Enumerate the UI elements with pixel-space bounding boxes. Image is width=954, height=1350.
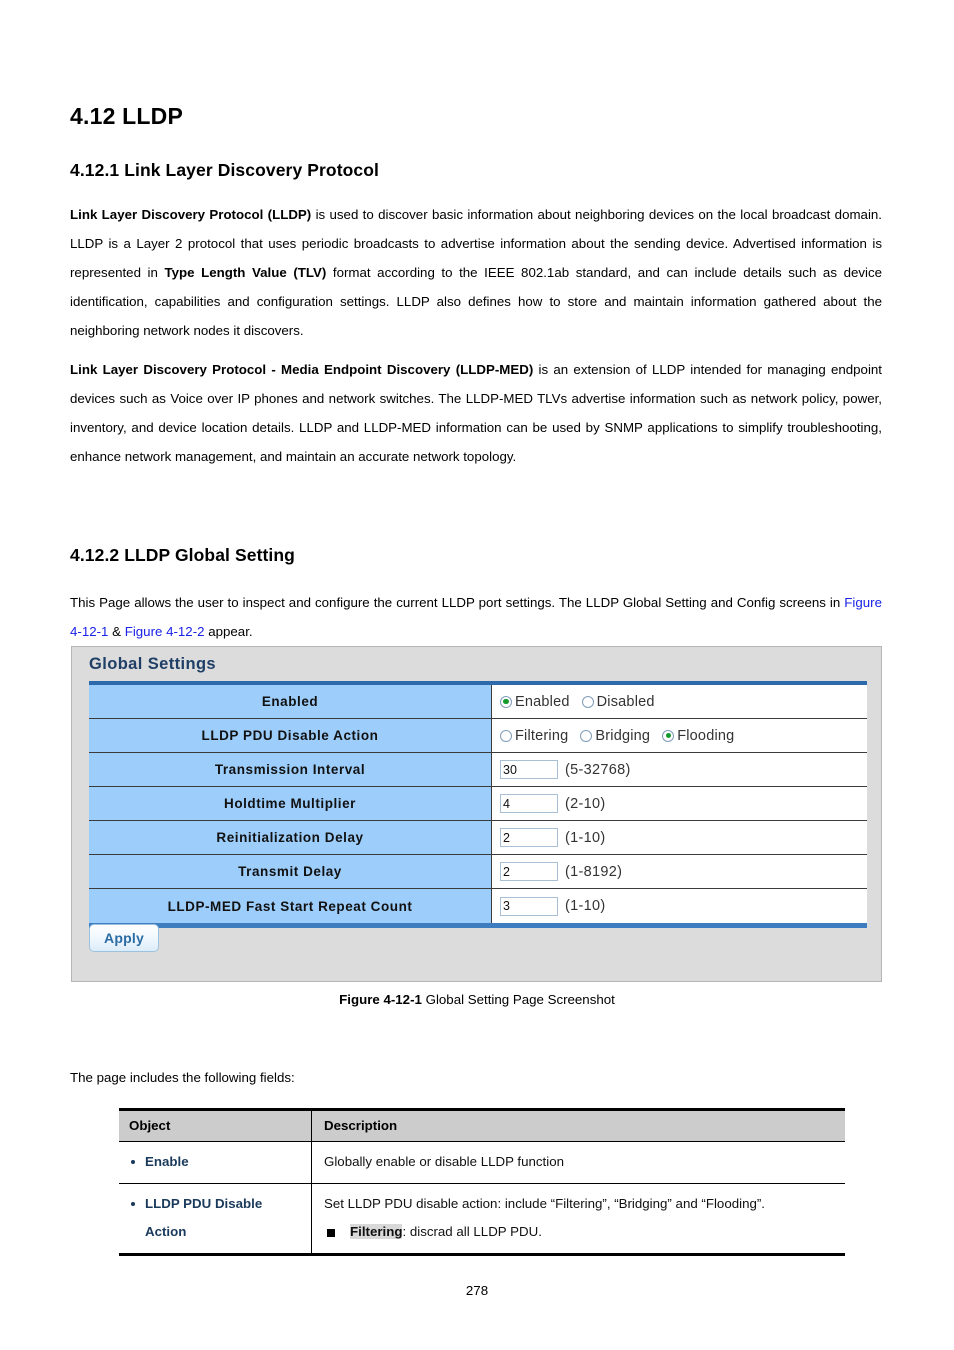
row-value-pdu-disable-action: Filtering Bridging Flooding <box>492 719 867 752</box>
object-item-label-line2: Action <box>145 1224 187 1239</box>
description-sub-rest: : discrad all LLDP PDU. <box>402 1224 542 1239</box>
paragraph-3-amp: & <box>108 624 125 639</box>
table-row: LLDP PDU Disable Action Set LLDP PDU dis… <box>119 1184 845 1253</box>
radio-icon-enabled[interactable] <box>500 695 512 708</box>
table-row: Holdtime Multiplier (2-10) <box>89 787 867 821</box>
row-value-transmission-interval: (5-32768) <box>492 753 867 786</box>
paragraph-1-bold-lead: Link Layer Discovery Protocol (LLDP) <box>70 207 312 222</box>
row-value-enabled: Enabled Disabled <box>492 685 867 718</box>
object-item-label: LLDP PDU Disable <box>129 1190 301 1218</box>
global-settings-screenshot: Global Settings Enabled Enabled Disabled… <box>71 646 882 982</box>
paragraph-fields-intro: The page includes the following fields: <box>70 1070 295 1085</box>
radio-option-disabled[interactable]: Disabled <box>581 693 655 710</box>
paragraph-2-bold-lead: Link Layer Discovery Protocol - Media En… <box>70 362 534 377</box>
description-main-text: Set LLDP PDU disable action: include “Fi… <box>324 1196 765 1211</box>
paragraph-2-rest: is an extension of LLDP intended for man… <box>70 362 882 464</box>
reinitialization-delay-input[interactable] <box>500 828 558 847</box>
row-value-reinitialization-delay: (1-10) <box>492 821 867 854</box>
row-label-fast-start-repeat-count: LLDP-MED Fast Start Repeat Count <box>89 889 492 923</box>
global-settings-panel-title: Global Settings <box>89 655 217 673</box>
radio-label-flooding: Flooding <box>677 727 735 744</box>
radio-option-filtering[interactable]: Filtering <box>500 728 568 744</box>
radio-label-enabled: Enabled <box>515 693 570 710</box>
column-header-object: Object <box>119 1111 312 1141</box>
row-label-holdtime-multiplier: Holdtime Multiplier <box>89 787 492 820</box>
table-row: LLDP PDU Disable Action Filtering Bridgi… <box>89 719 867 753</box>
row-label-transmission-interval: Transmission Interval <box>89 753 492 786</box>
table-row: Transmission Interval (5-32768) <box>89 753 867 787</box>
radio-label-disabled: Disabled <box>596 693 655 710</box>
description-sub-bold: Filtering <box>350 1224 403 1239</box>
page-number: 278 <box>465 1283 489 1298</box>
transmit-delay-input[interactable] <box>500 862 558 881</box>
radio-option-bridging[interactable]: Bridging <box>580 728 650 744</box>
paragraph-3-part2: appear. <box>204 624 253 639</box>
radio-icon-disabled[interactable] <box>581 695 594 708</box>
table-row: Enabled Enabled Disabled <box>89 685 867 719</box>
object-cell-pdu-disable-action: LLDP PDU Disable Action <box>119 1184 312 1253</box>
object-cell-enable: Enable <box>119 1142 312 1183</box>
radio-option-enabled[interactable]: Enabled <box>500 694 570 710</box>
radio-label-bridging: Bridging <box>595 727 651 744</box>
global-settings-table: Enabled Enabled Disabled LLDP PDU Disabl… <box>89 681 867 928</box>
object-description-table: Object Description Enable Globally enabl… <box>119 1108 845 1256</box>
table-row: Transmit Delay (1-8192) <box>89 855 867 889</box>
radio-icon-flooding[interactable] <box>662 729 675 742</box>
heading-4-12-2: 4.12.2 LLDP Global Setting <box>70 545 295 565</box>
transmission-interval-range: (5-32768) <box>565 761 631 778</box>
row-label-reinitialization-delay: Reinitialization Delay <box>89 821 492 854</box>
radio-icon-filtering[interactable] <box>500 729 512 742</box>
link-figure-4-12-2[interactable]: Figure 4-12-2 <box>125 624 205 639</box>
paragraph-lldp-med-overview: Link Layer Discovery Protocol - Media En… <box>70 355 882 471</box>
fast-start-repeat-count-range: (1-10) <box>565 898 606 914</box>
heading-4-12-1: 4.12.1 Link Layer Discovery Protocol <box>70 160 380 180</box>
apply-button[interactable]: Apply <box>89 924 159 952</box>
paragraph-global-setting-intro: This Page allows the user to inspect and… <box>70 588 882 646</box>
radio-icon-bridging[interactable] <box>580 729 593 742</box>
row-label-pdu-disable-action: LLDP PDU Disable Action <box>89 719 492 752</box>
row-label-transmit-delay: Transmit Delay <box>89 855 492 888</box>
row-label-enabled: Enabled <box>89 685 492 718</box>
paragraph-1-bold-mid: Type Length Value (TLV) <box>164 265 327 280</box>
description-cell-enable: Globally enable or disable LLDP function <box>312 1142 845 1183</box>
page-title: 4.12 LLDP <box>70 103 184 129</box>
table-header-row: Object Description <box>119 1111 845 1142</box>
figure-caption: Figure 4-12-1 Global Setting Page Screen… <box>0 992 954 1007</box>
transmission-interval-input[interactable] <box>500 760 558 779</box>
paragraph-lldp-overview: Link Layer Discovery Protocol (LLDP) is … <box>70 200 882 345</box>
holdtime-multiplier-input[interactable] <box>500 794 558 813</box>
document-page: 4.12 LLDP 4.12.1 Link Layer Discovery Pr… <box>0 0 954 1350</box>
fast-start-repeat-count-input[interactable] <box>500 896 558 916</box>
description-cell-pdu-disable-action: Set LLDP PDU disable action: include “Fi… <box>312 1184 845 1253</box>
row-value-transmit-delay: (1-8192) <box>492 855 867 888</box>
table-row: LLDP-MED Fast Start Repeat Count (1-10) <box>89 889 867 923</box>
description-main-text: Globally enable or disable LLDP function <box>324 1154 564 1169</box>
paragraph-3-part1: This Page allows the user to inspect and… <box>70 595 845 610</box>
column-header-description: Description <box>324 1118 398 1133</box>
reinitialization-delay-range: (1-10) <box>565 829 606 846</box>
table-row: Reinitialization Delay (1-10) <box>89 821 867 855</box>
holdtime-multiplier-range: (2-10) <box>565 795 606 812</box>
description-sub-item: Filtering: discrad all LLDP PDU. <box>324 1218 835 1246</box>
object-item-label: Enable <box>129 1148 301 1176</box>
row-value-fast-start-repeat-count: (1-10) <box>492 889 867 923</box>
figure-caption-label: Figure 4-12-1 <box>339 992 422 1007</box>
row-value-holdtime-multiplier: (2-10) <box>492 787 867 820</box>
figure-caption-text: Global Setting Page Screenshot <box>421 992 615 1007</box>
table-row: Enable Globally enable or disable LLDP f… <box>119 1142 845 1184</box>
radio-label-filtering: Filtering <box>515 727 569 744</box>
transmit-delay-range: (1-8192) <box>565 863 623 880</box>
radio-option-flooding[interactable]: Flooding <box>662 728 734 744</box>
